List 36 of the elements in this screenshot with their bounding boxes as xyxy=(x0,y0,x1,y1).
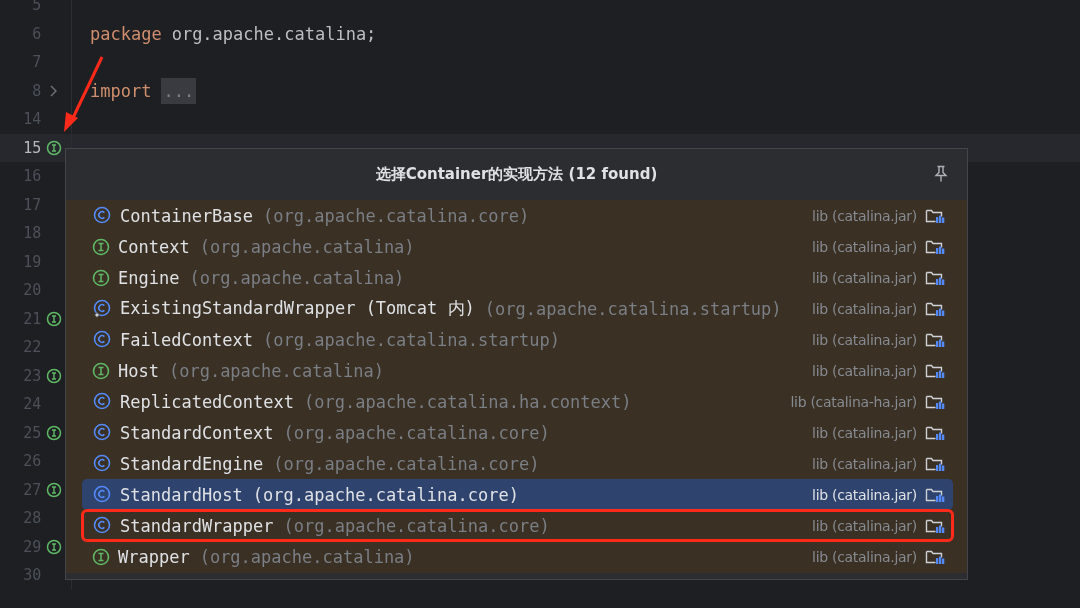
popup-title: 选择Container的实现方法 (12 found) xyxy=(375,165,658,184)
class-icon xyxy=(92,422,112,443)
implementation-item[interactable]: Context (org.apache.catalina) lib (catalina.jar) xyxy=(82,231,953,262)
class-icon xyxy=(92,391,112,412)
implementation-item[interactable]: ContainerBase (org.apache.catalina.core) lib (catalina.jar) xyxy=(82,200,953,231)
implementation-item[interactable]: StandardContext (org.apache.catalina.core) lib (catalina.jar) xyxy=(82,417,953,448)
class-icon xyxy=(92,515,112,536)
implementation-item[interactable]: ReplicatedContext (org.apache.catalina.ha.context) lib (catalina-ha.jar) xyxy=(82,386,953,417)
interface-icon xyxy=(92,237,110,256)
implementation-item[interactable]: FailedContext (org.apache.catalina.startup) lib (catalina.jar) xyxy=(82,324,953,355)
implementation-item[interactable]: StandardEngine (org.apache.catalina.core) lib (catalina.jar) xyxy=(82,448,953,479)
interface-icon xyxy=(92,361,110,380)
implementation-item[interactable]: Host (org.apache.catalina) lib (catalina.jar) xyxy=(82,355,953,386)
implementation-item[interactable]: ExistingStandardWrapper (Tomcat 内) (org.apache.catalina.startup) lib (catalina.jar) xyxy=(82,293,953,324)
implementation-item[interactable]: Engine (org.apache.catalina) lib (catalina.jar) xyxy=(82,262,953,293)
implemented-icon[interactable] xyxy=(46,139,63,156)
implementation-item[interactable]: StandardWrapper (org.apache.catalina.core) lib (catalina.jar) xyxy=(82,510,953,541)
implemented-icon[interactable] xyxy=(46,424,63,441)
class-icon xyxy=(92,205,112,226)
pin-icon[interactable] xyxy=(933,165,949,183)
class-icon xyxy=(92,484,112,505)
interface-icon xyxy=(92,547,110,566)
local-class-icon xyxy=(92,298,112,319)
interface-icon xyxy=(92,268,110,287)
class-icon xyxy=(92,329,112,350)
line-number: 15 xyxy=(22,138,42,157)
code-token: package xyxy=(90,23,162,44)
class-icon xyxy=(92,453,112,474)
code-token: org.apache.catalina; xyxy=(171,23,377,44)
implemented-icon[interactable] xyxy=(46,367,63,384)
implemented-icon[interactable] xyxy=(46,538,63,555)
implementation-item[interactable]: StandardHost (org.apache.catalina.core) lib (catalina.jar) xyxy=(82,479,953,510)
implemented-icon[interactable] xyxy=(46,310,63,327)
implemented-icon[interactable] xyxy=(46,481,63,498)
implementation-item[interactable]: Wrapper (org.apache.catalina) lib (catalina.jar) xyxy=(82,541,953,572)
code-token: import xyxy=(90,80,152,101)
